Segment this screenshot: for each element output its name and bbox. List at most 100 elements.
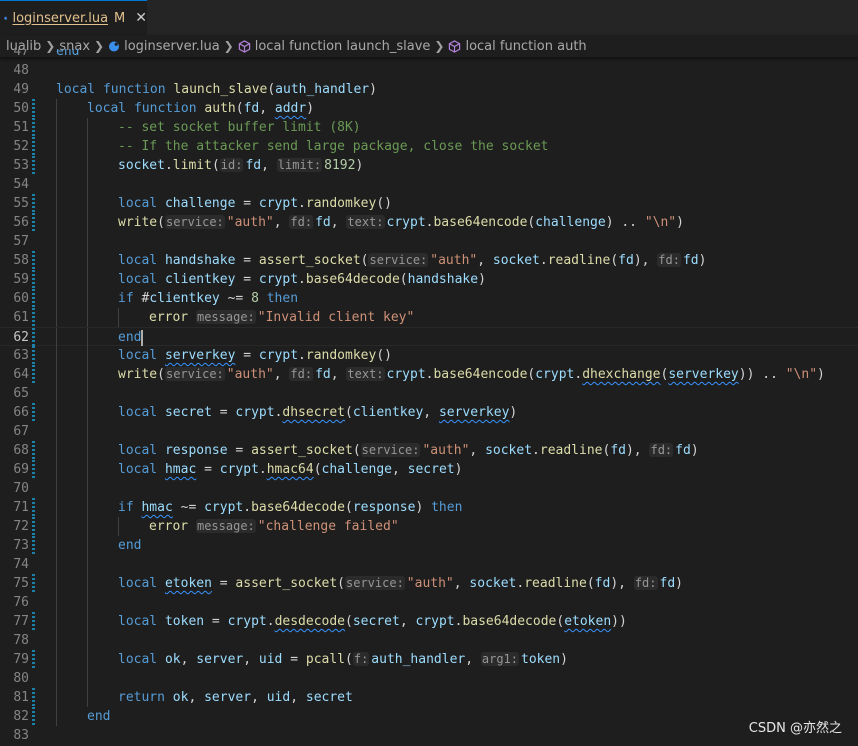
inlay-hint: service:: [345, 576, 405, 590]
git-change-marker[interactable]: [32, 328, 35, 347]
code-line[interactable]: 74: [0, 555, 858, 574]
code-line[interactable]: 51 -- set socket buffer limit (8K): [0, 118, 858, 137]
code-line[interactable]: 77 local token = crypt.desdecode(secret, …: [0, 612, 858, 631]
git-change-marker[interactable]: [32, 251, 35, 270]
tab-loginserver-lua[interactable]: loginserver.lua M ✕: [0, 0, 147, 35]
git-change-marker[interactable]: [32, 403, 35, 422]
code-line[interactable]: 79 local ok, server, uid = pcall(f: auth_h…: [0, 650, 858, 669]
git-change-marker[interactable]: [32, 669, 35, 688]
git-change-marker[interactable]: [32, 61, 35, 80]
code-line[interactable]: 70: [0, 479, 858, 498]
indent-guide: [118, 517, 119, 536]
inlay-hint: service:: [164, 215, 225, 229]
code-line[interactable]: 54: [0, 175, 858, 194]
code-line[interactable]: 78: [0, 631, 858, 650]
git-change-marker[interactable]: [32, 422, 35, 441]
code-editor[interactable]: 47 end 48 49 local function launch_slave(aut…: [0, 49, 858, 746]
close-icon[interactable]: ✕: [135, 10, 147, 26]
git-change-marker[interactable]: [32, 479, 35, 498]
code-line[interactable]: 63 local serverkey = crypt.randomkey(): [0, 346, 858, 365]
code-line[interactable]: 50 local function auth(fd, addr): [0, 99, 858, 118]
indent-guide: [56, 308, 57, 327]
code-line[interactable]: 73 end: [0, 536, 858, 555]
code-line[interactable]: 53 socket.limit(id: fd, limit: 8192): [0, 156, 858, 175]
code-content: -- If the attacker send large package, c…: [118, 137, 548, 156]
code-line[interactable]: 59 local clientkey = crypt.base64decode(h…: [0, 270, 858, 289]
code-line[interactable]: 58 local handshake = assert_socket (servic…: [0, 251, 858, 270]
line-number: 73: [13, 538, 29, 553]
code-line[interactable]: 48: [0, 61, 858, 80]
git-change-marker[interactable]: [32, 365, 35, 384]
code-line[interactable]: 47 end: [0, 49, 858, 61]
indent-guide: [56, 631, 57, 650]
git-change-marker[interactable]: [32, 118, 35, 137]
git-change-marker[interactable]: [32, 631, 35, 650]
git-change-marker[interactable]: [32, 213, 35, 232]
git-change-marker[interactable]: [32, 441, 35, 460]
line-number: 70: [13, 481, 29, 496]
git-change-marker[interactable]: [32, 99, 35, 118]
git-change-marker[interactable]: [32, 346, 35, 365]
git-change-marker[interactable]: [32, 650, 35, 669]
code-line[interactable]: 67: [0, 422, 858, 441]
git-change-marker[interactable]: [32, 156, 35, 175]
code-content: local function auth(fd, addr): [87, 99, 314, 118]
line-number: 52: [13, 139, 29, 154]
code-token: ok: [164, 652, 181, 667]
git-change-marker[interactable]: [32, 612, 35, 631]
git-change-marker[interactable]: [32, 536, 35, 555]
code-token: readline: [524, 576, 587, 591]
code-line[interactable]: 66 local secret = crypt.dhsecret(clientke…: [0, 403, 858, 422]
indent-guide: [56, 498, 57, 517]
git-change-marker[interactable]: [32, 384, 35, 403]
line-number: 47: [13, 49, 29, 59]
code-token: fd: [594, 576, 611, 591]
code-line[interactable]: 69 local hmac = crypt.hmac64(challenge, s…: [0, 460, 858, 479]
line-number: 57: [13, 234, 29, 249]
code-token: local: [118, 652, 165, 667]
git-change-marker[interactable]: [32, 232, 35, 251]
code-line[interactable]: 62 end: [0, 327, 858, 347]
code-token: serverkey: [668, 367, 739, 382]
indent-guide: [87, 441, 88, 460]
git-change-marker[interactable]: [32, 498, 35, 517]
code-line[interactable]: 71 if hmac ~= crypt.base64decode(response…: [0, 498, 858, 517]
git-change-marker[interactable]: [32, 194, 35, 213]
git-change-marker[interactable]: [32, 80, 35, 99]
code-token: server: [196, 652, 244, 667]
code-line[interactable]: 75 local etoken = assert_socket(service: "…: [0, 574, 858, 593]
git-change-marker[interactable]: [32, 460, 35, 479]
code-line[interactable]: 64 write(service: "auth", fd: fd, text: cryp…: [0, 365, 858, 384]
code-line[interactable]: 83: [0, 726, 858, 745]
git-change-marker[interactable]: [32, 175, 35, 194]
code-line[interactable]: 65: [0, 384, 858, 403]
code-token: etoken: [564, 614, 612, 629]
code-line[interactable]: 81 return ok, server, uid, secret: [0, 688, 858, 707]
code-line[interactable]: 52 -- If the attacker send large package,…: [0, 137, 858, 156]
code-line[interactable]: 72 error message: "challenge failed": [0, 517, 858, 536]
code-line[interactable]: 49 local function launch_slave(auth_handl…: [0, 80, 858, 99]
git-change-marker[interactable]: [32, 137, 35, 156]
code-line[interactable]: 60 if #clientkey ~= 8 then: [0, 289, 858, 308]
git-change-marker[interactable]: [32, 289, 35, 308]
code-line[interactable]: 76: [0, 593, 858, 612]
git-change-marker[interactable]: [32, 593, 35, 612]
code-content: local hmac = crypt.hmac64(challenge, sec…: [118, 460, 462, 479]
git-change-marker[interactable]: [32, 49, 35, 61]
git-change-marker[interactable]: [32, 555, 35, 574]
indent-guide: [87, 289, 88, 308]
code-line[interactable]: 56 write(service: "auth", fd: fd, text: cryp…: [0, 213, 858, 232]
git-change-marker[interactable]: [32, 308, 35, 327]
code-line[interactable]: 68 local response = assert_socket(service…: [0, 441, 858, 460]
git-change-marker[interactable]: [32, 688, 35, 707]
git-change-marker[interactable]: [32, 726, 35, 745]
code-line[interactable]: 57: [0, 232, 858, 251]
code-line[interactable]: 80: [0, 669, 858, 688]
code-line[interactable]: 82 end: [0, 707, 858, 726]
git-change-marker[interactable]: [32, 270, 35, 289]
git-change-marker[interactable]: [32, 517, 35, 536]
code-line[interactable]: 55 local challenge = crypt.randomkey(): [0, 194, 858, 213]
git-change-marker[interactable]: [32, 574, 35, 593]
git-change-marker[interactable]: [32, 707, 35, 726]
code-line[interactable]: 61 error message: "Invalid client key": [0, 308, 858, 327]
